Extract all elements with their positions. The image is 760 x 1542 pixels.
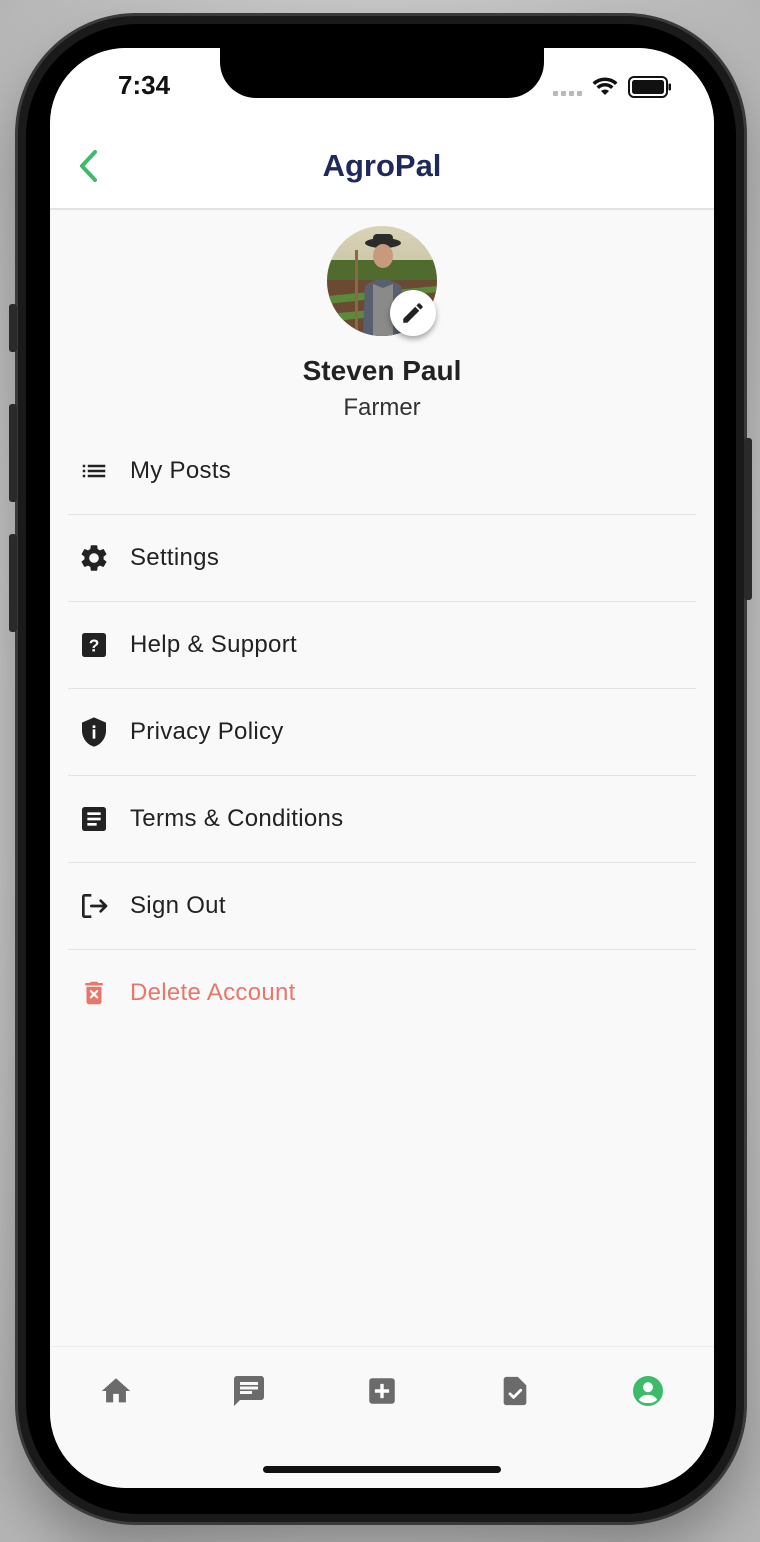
help-icon: ? — [70, 629, 118, 661]
app-bar: AgroPal — [50, 128, 714, 210]
battery-icon — [628, 76, 671, 98]
edit-avatar-button[interactable] — [390, 290, 436, 336]
chat-icon — [234, 1376, 264, 1406]
pencil-icon — [403, 303, 423, 323]
menu-item-settings[interactable]: Settings — [68, 515, 696, 602]
status-icons — [553, 76, 672, 98]
menu-item-privacy-policy[interactable]: Privacy Policy — [68, 689, 696, 776]
status-time: 7:34 — [118, 70, 171, 100]
mute-switch — [9, 304, 17, 352]
add-icon — [369, 1378, 395, 1404]
menu-item-label: Settings — [130, 544, 220, 571]
gear-icon — [70, 542, 118, 574]
menu-item-label: Sign Out — [130, 892, 226, 919]
delete-icon — [70, 978, 118, 1008]
svg-text:?: ? — [89, 636, 100, 656]
wifi-icon — [592, 77, 618, 95]
profile-header: Steven Paul Farmer — [50, 210, 714, 430]
menu-item-help-support[interactable]: ? Help & Support — [68, 602, 696, 689]
menu-item-delete-account[interactable]: Delete Account — [68, 950, 696, 1036]
profile-icon — [633, 1376, 663, 1406]
document-icon — [70, 803, 118, 835]
power-button — [744, 438, 752, 600]
profile-name: Steven Paul — [302, 355, 462, 386]
menu-item-label: Help & Support — [130, 631, 297, 658]
profile-role: Farmer — [343, 394, 421, 421]
menu-item-label: My Posts — [130, 457, 232, 484]
screen: 7:34 AgroPal Steven Paul Farmer My Posts… — [50, 48, 714, 1488]
menu-item-label: Delete Account — [130, 979, 296, 1006]
notch — [220, 48, 544, 98]
volume-up-button — [9, 404, 17, 502]
nav-home[interactable] — [94, 1369, 138, 1413]
volume-down-button — [9, 534, 17, 632]
sign-out-icon — [70, 890, 118, 922]
nav-chat[interactable] — [227, 1369, 271, 1413]
nav-add[interactable] — [360, 1369, 404, 1413]
menu-item-terms-conditions[interactable]: Terms & Conditions — [68, 776, 696, 863]
shield-icon — [70, 716, 118, 748]
list-icon — [70, 456, 118, 486]
nav-tasks[interactable] — [493, 1369, 537, 1413]
menu-item-label: Privacy Policy — [130, 718, 284, 745]
menu-item-label: Terms & Conditions — [130, 805, 344, 832]
menu-item-my-posts[interactable]: My Posts — [68, 428, 696, 515]
menu-item-sign-out[interactable]: Sign Out — [68, 863, 696, 950]
status-bar: 7:34 — [50, 48, 714, 128]
profile-menu: My Posts Settings ? Help & Support Priva… — [68, 428, 696, 1036]
home-icon — [101, 1378, 131, 1403]
task-icon — [503, 1376, 527, 1406]
home-indicator — [263, 1466, 501, 1473]
nav-profile[interactable] — [626, 1369, 670, 1413]
app-title: AgroPal — [322, 148, 442, 183]
signal-icon — [553, 78, 582, 96]
